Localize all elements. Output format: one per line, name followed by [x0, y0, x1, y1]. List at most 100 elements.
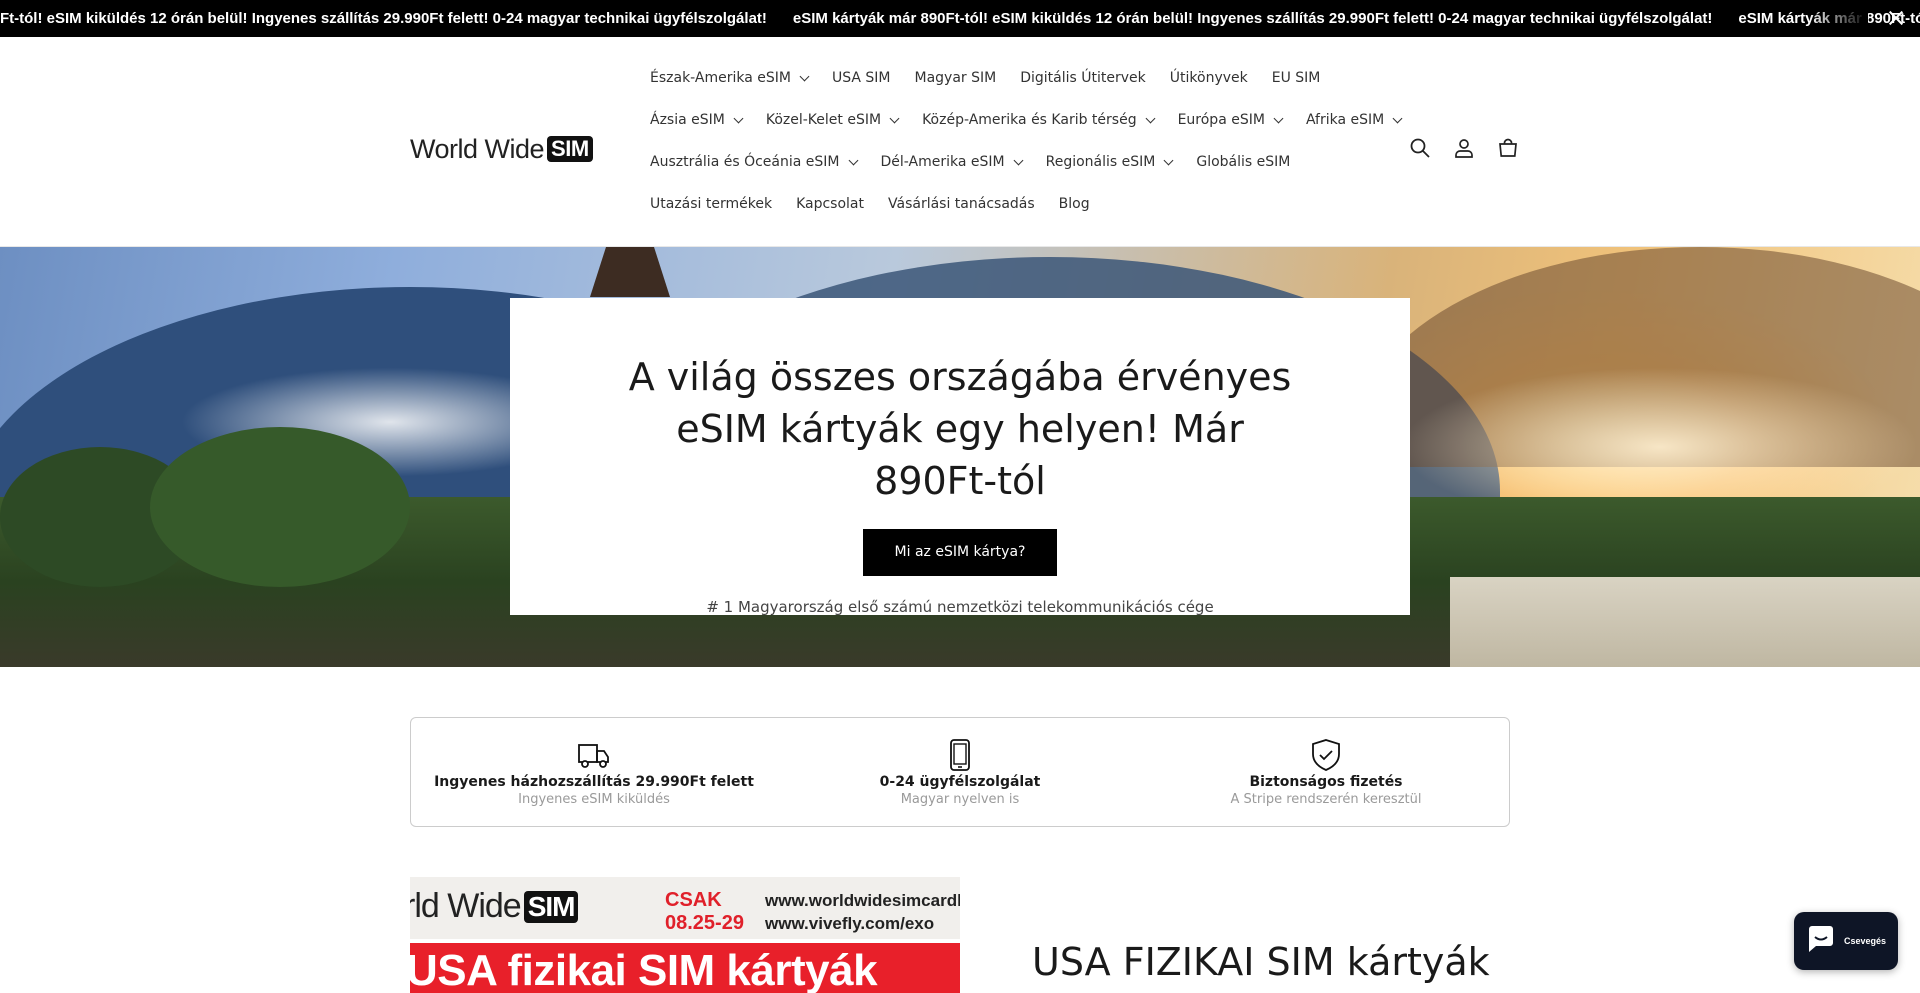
announcement-fade: [1808, 0, 1868, 37]
nav-item-label: Regionális eSIM: [1045, 154, 1156, 170]
feature-free-shipping: Ingyenes házhozszállítás 29.990Ft felett…: [411, 718, 777, 826]
nav-row: Utazási termékek Kapcsolat Vásárlási tan…: [650, 183, 1390, 225]
nav-item-magyar-sim[interactable]: Magyar SIM: [915, 70, 997, 86]
feature-title: Biztonságos fizetés: [1249, 774, 1403, 790]
nav-item-north-america-esim[interactable]: Észak-Amerika eSIM: [650, 70, 810, 86]
promo-urls: www.worldwidesimcardl www.vivefly.com/ex…: [765, 889, 960, 935]
announcement-bar: Ft-tól! eSIM kiküldés 12 órán belül! Ing…: [0, 0, 1920, 37]
nav-item-label: EU SIM: [1271, 70, 1321, 86]
promo-url: www.vivefly.com/exo: [765, 914, 935, 933]
nav-item-global-esim[interactable]: Globális eSIM: [1196, 154, 1290, 170]
nav-item-europe-esim[interactable]: Európa eSIM: [1177, 112, 1284, 128]
chevron-down-icon: [1392, 113, 1403, 123]
chat-label: Csevegés: [1844, 936, 1887, 946]
header-icons: [1398, 126, 1530, 170]
chevron-down-icon: [1273, 113, 1284, 123]
hero-banner: A világ összes országába érvényes eSIM k…: [0, 247, 1920, 667]
nav-item-middle-east-esim[interactable]: Közel-Kelet eSIM: [765, 112, 900, 128]
nav-item-central-america-caribbean[interactable]: Közép-Amerika és Karib térség: [922, 112, 1156, 128]
feature-support: 0-24 ügyfélszolgálat Magyar nyelven is: [777, 718, 1143, 826]
nav-item-label: Észak-Amerika eSIM: [650, 70, 791, 86]
nav-item-usa-sim[interactable]: USA SIM: [832, 70, 891, 86]
shield-check-icon: [1311, 738, 1341, 772]
main-navigation: Észak-Amerika eSIM USA SIM Magyar SIM Di…: [650, 57, 1403, 225]
nav-item-label: Utazási termékek: [650, 196, 773, 212]
feature-subtitle: A Stripe rendszerén keresztül: [1230, 792, 1422, 807]
chevron-down-icon: [1013, 155, 1024, 165]
nav-item-label: USA SIM: [832, 70, 891, 86]
nav-item-label: Digitális Útitervek: [1020, 70, 1146, 86]
nav-item-label: Magyar SIM: [914, 70, 997, 86]
chat-button[interactable]: Csevegés: [1794, 912, 1898, 970]
feature-title: 0-24 ügyfélszolgálat: [879, 774, 1041, 790]
nav-item-africa-esim[interactable]: Afrika eSIM: [1305, 112, 1403, 128]
promo-csak: CSAK: [665, 889, 722, 911]
nav-item-label: Ausztrália és Óceánia eSIM: [650, 154, 840, 170]
promo-logo-text: rld Wide: [410, 887, 522, 925]
search-icon[interactable]: [1398, 126, 1442, 170]
truck-icon: [577, 738, 611, 772]
nav-item-label: Globális eSIM: [1196, 154, 1291, 170]
hero-lake: [1450, 577, 1920, 667]
chevron-down-icon: [799, 71, 810, 81]
feature-subtitle: Ingyenes eSIM kiküldés: [518, 792, 670, 807]
phone-icon: [948, 738, 972, 772]
nav-item-guidebooks[interactable]: Útikönyvek: [1170, 70, 1248, 86]
announcement-track: Ft-tól! eSIM kiküldés 12 órán belül! Ing…: [0, 0, 1920, 37]
promo-date-block: CSAK 08.25-29: [665, 889, 744, 935]
cart-icon[interactable]: [1486, 126, 1530, 170]
features-bar: Ingyenes házhozszállítás 29.990Ft felett…: [410, 717, 1510, 827]
nav-item-label: Közép-Amerika és Karib térség: [922, 112, 1137, 128]
nav-item-australia-oceania-esim[interactable]: Ausztrália és Óceánia eSIM: [650, 154, 858, 170]
hero-card: A világ összes országába érvényes eSIM k…: [510, 298, 1410, 616]
hero-subtitle: # 1 Magyarország első számú nemzetközi t…: [706, 598, 1214, 616]
nav-row: Ázsia eSIM Közel-Kelet eSIM Közép-Amerik…: [650, 99, 1403, 141]
nav-item-travel-products[interactable]: Utazási termékek: [650, 196, 772, 212]
logo-text: World Wide: [410, 133, 545, 164]
promo-url: www.worldwidesimcardl: [765, 891, 960, 910]
promo-dates: 08.25-29: [665, 912, 744, 934]
chevron-down-icon: [1145, 113, 1156, 123]
site-logo[interactable]: World Wide SIM: [410, 129, 610, 169]
nav-item-label: Európa eSIM: [1177, 112, 1265, 128]
chevron-down-icon: [1163, 155, 1174, 165]
nav-item-blog[interactable]: Blog: [1059, 196, 1090, 212]
nav-item-south-america-esim[interactable]: Dél-Amerika eSIM: [880, 154, 1024, 170]
nav-item-regional-esim[interactable]: Regionális eSIM: [1045, 154, 1174, 170]
feature-secure-payment: Biztonságos fizetés A Stripe rendszerén …: [1143, 718, 1509, 826]
section-title: USA FIZIKAI SIM kártyák: [1032, 940, 1490, 984]
nav-item-eu-sim[interactable]: EU SIM: [1272, 70, 1321, 86]
nav-item-label: Kapcsolat: [796, 196, 864, 212]
site-header: World Wide SIM Észak-Amerika eSIM USA SI…: [0, 37, 1920, 247]
promo-logo: rld Wide SIM: [410, 887, 579, 926]
what-is-esim-button[interactable]: Mi az eSIM kártya?: [862, 529, 1058, 576]
chevron-down-icon: [848, 155, 858, 165]
nav-item-label: Vásárlási tanácsadás: [888, 196, 1035, 212]
nav-row: Ausztrália és Óceánia eSIM Dél-Amerika e…: [650, 141, 1390, 183]
promo-logo-badge: SIM: [523, 890, 579, 923]
chat-icon: [1806, 925, 1836, 958]
nav-item-digital-itineraries[interactable]: Digitális Útitervek: [1020, 70, 1146, 86]
nav-item-label: Blog: [1058, 196, 1090, 212]
close-icon[interactable]: [1886, 8, 1906, 28]
promo-banner-text: USA fizikai SIM kártyák: [410, 946, 878, 993]
feature-title: Ingyenes házhozszállítás 29.990Ft felett: [434, 774, 754, 790]
nav-item-label: Afrika eSIM: [1305, 112, 1385, 128]
feature-subtitle: Magyar nyelven is: [900, 792, 1020, 807]
nav-item-contact[interactable]: Kapcsolat: [796, 196, 864, 212]
hero-tree: [150, 427, 410, 587]
account-icon[interactable]: [1442, 126, 1486, 170]
nav-item-label: Közel-Kelet eSIM: [765, 112, 882, 128]
announcement-message: Ft-tól! eSIM kiküldés 12 órán belül! Ing…: [0, 10, 767, 27]
chevron-down-icon: [733, 113, 744, 123]
nav-item-label: Ázsia eSIM: [650, 112, 725, 128]
nav-item-label: Útikönyvek: [1169, 70, 1248, 86]
nav-item-asia-esim[interactable]: Ázsia eSIM: [650, 112, 744, 128]
announcement-message: eSIM kártyák már 890Ft-tól! eSIM kiküldé…: [792, 10, 1713, 27]
nav-item-shopping-advice[interactable]: Vásárlási tanácsadás: [888, 196, 1035, 212]
nav-item-label: Dél-Amerika eSIM: [880, 154, 1005, 170]
nav-row: Észak-Amerika eSIM USA SIM Magyar SIM Di…: [650, 57, 1390, 99]
promo-image[interactable]: rld Wide SIM CSAK 08.25-29 www.worldwide…: [410, 877, 960, 993]
logo-badge: SIM: [547, 136, 593, 162]
hero-title: A világ összes országába érvényes eSIM k…: [628, 355, 1292, 503]
